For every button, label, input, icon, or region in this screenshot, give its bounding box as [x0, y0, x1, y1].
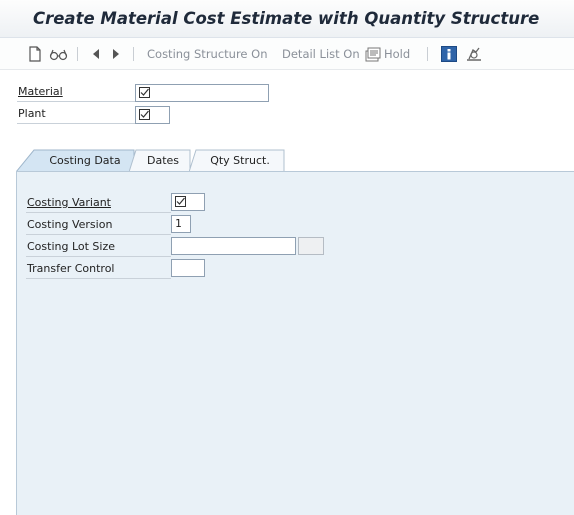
costing-variant-label: Costing Variant: [27, 196, 111, 209]
toolbar-separator: [77, 47, 78, 61]
transfer-control-underline: [26, 278, 171, 279]
transfer-control-label: Transfer Control: [27, 262, 115, 275]
tab-label: Costing Data: [49, 154, 121, 167]
tab-dates[interactable]: Dates: [129, 149, 191, 172]
costing-version-input[interactable]: 1: [171, 215, 191, 233]
title-bar: Create Material Cost Estimate with Quant…: [0, 0, 574, 38]
tab-strip: Costing Data Dates Qty Struct.: [16, 143, 574, 172]
required-check-icon: [139, 109, 150, 120]
toolbar-separator: [427, 47, 428, 61]
plant-label-underline: [17, 123, 135, 124]
settings-icon[interactable]: [465, 45, 483, 63]
window-title: Create Material Cost Estimate with Quant…: [33, 9, 540, 28]
tab-label: Dates: [146, 154, 180, 167]
glasses-icon[interactable]: [49, 45, 69, 63]
costing-version-underline: [26, 234, 171, 235]
application-toolbar: Costing Structure On Detail List On Hold: [0, 38, 574, 70]
material-input[interactable]: [135, 84, 269, 102]
toolbar-separator: [133, 47, 134, 61]
costing-variant-underline: [26, 212, 171, 213]
transfer-control-input[interactable]: [171, 259, 205, 277]
info-icon[interactable]: [441, 45, 457, 63]
plant-input[interactable]: [135, 106, 170, 124]
arrow-left-icon[interactable]: [92, 45, 100, 63]
costing-lot-size-label: Costing Lot Size: [27, 240, 116, 253]
detail-list-label: Detail List On: [282, 47, 360, 61]
costing-structure-label: Costing Structure On: [147, 47, 268, 61]
costing-version-label: Costing Version: [27, 218, 113, 231]
tab-qty-struct[interactable]: Qty Struct.: [189, 149, 285, 172]
material-label-underline: [17, 101, 135, 102]
required-check-icon: [175, 196, 186, 207]
new-document-icon[interactable]: [28, 45, 42, 63]
costing-lot-size-underline: [26, 256, 171, 257]
hold-icon: [365, 47, 381, 62]
required-check-icon: [139, 87, 150, 98]
material-label: Material: [18, 85, 63, 98]
tab-label: Qty Struct.: [210, 154, 270, 167]
tab-costing-data[interactable]: Costing Data: [16, 149, 136, 172]
plant-label: Plant: [18, 107, 46, 120]
hold-label: Hold: [384, 47, 411, 61]
arrow-right-icon[interactable]: [112, 45, 120, 63]
costing-variant-input[interactable]: [171, 193, 205, 211]
hold-button[interactable]: Hold: [365, 45, 410, 63]
costing-structure-button[interactable]: Costing Structure On: [147, 45, 268, 63]
lot-size-unit-field: [298, 237, 324, 255]
costing-lot-size-input[interactable]: [171, 237, 296, 255]
detail-list-button[interactable]: Detail List On: [282, 45, 360, 63]
